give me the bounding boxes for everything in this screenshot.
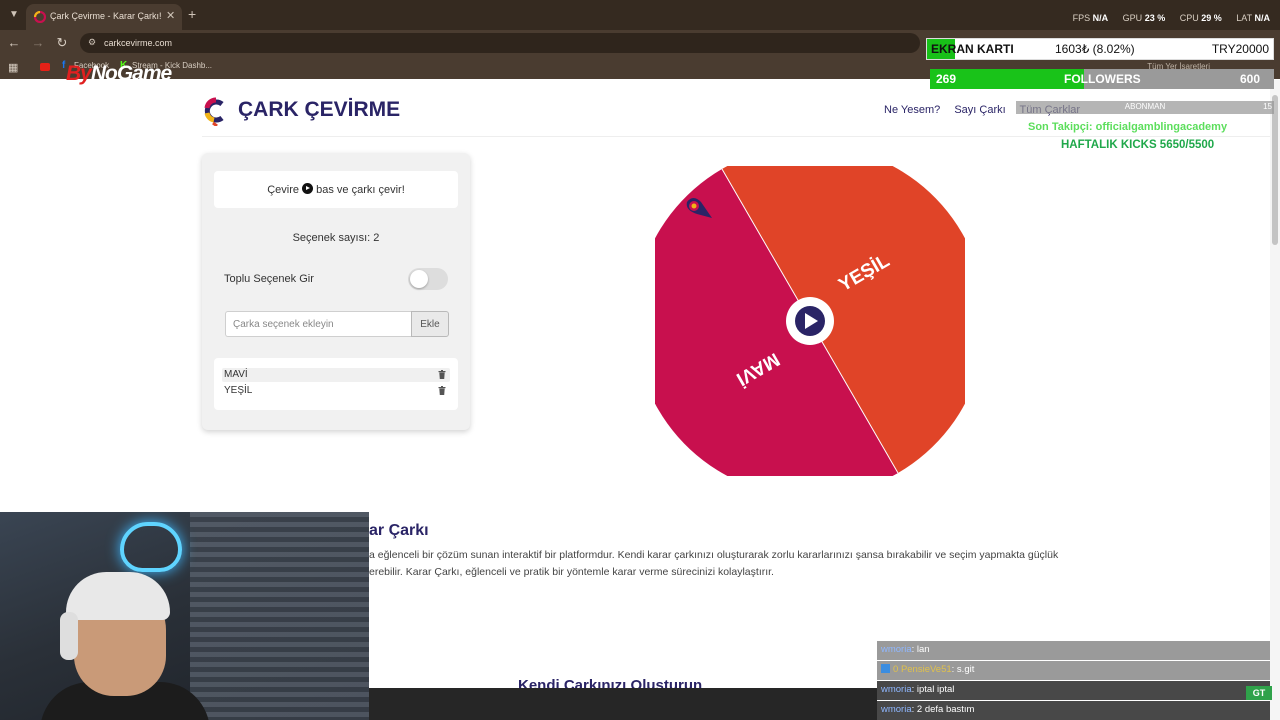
gt-badge: GT: [1246, 686, 1272, 700]
chat-message: wmoria: 2 defa bastım: [877, 701, 1270, 720]
browser-tab-bar: ▼ Çark Çevirme - Karar Çarkı! ✕ + FPS N/…: [0, 0, 1280, 30]
tab-search-button[interactable]: ▼: [6, 7, 22, 23]
tab-close-icon[interactable]: ✕: [166, 9, 175, 22]
wheel-pointer-icon: [686, 198, 712, 218]
chat-username: wmoria: [881, 704, 912, 715]
webcam-blinds: [190, 512, 369, 720]
headphone-icon: [60, 612, 78, 660]
followers-label: FOLLOWERS: [1064, 72, 1141, 86]
chat-username: wmoria: [881, 644, 912, 655]
toggle-knob: [410, 270, 428, 288]
stream-bottom-bar: [369, 688, 877, 720]
chat-body: : s.git: [951, 664, 975, 675]
forward-arrow-icon[interactable]: →: [30, 35, 46, 50]
option-label: YEŞİL: [224, 385, 253, 396]
cpu-usage-value: 29 %: [1201, 13, 1222, 23]
subscriber-goal-bar: ABONMAN 15: [1016, 101, 1274, 114]
gpu-goal-target: TRY20000: [1211, 42, 1269, 56]
logo-nogame: NoGame: [90, 62, 172, 85]
trash-icon[interactable]: [438, 370, 446, 379]
chat-body: : 2 defa bastım: [911, 704, 975, 715]
subscriber-count: 15: [1263, 102, 1272, 111]
nav-sayi-carki[interactable]: Sayı Çarkı: [954, 104, 1005, 116]
spin-hint: Çevire bas ve çarkı çevir!: [214, 183, 458, 196]
chat-username: PensieVe51: [900, 664, 952, 675]
spin-hint-pre: Çevire: [267, 184, 300, 196]
youtube-bookmark-icon[interactable]: [40, 63, 50, 71]
spin-hint-post: bas ve çarkı çevir!: [316, 184, 405, 196]
gpu-usage-label: GPU: [1122, 13, 1143, 23]
chat-message: wmoria: iptal iptal: [877, 681, 1270, 700]
about-title: ar Çarkı: [369, 522, 429, 539]
bynogame-logo: ByNoGame: [66, 62, 172, 86]
chat-message: 0 PensieVe51: s.git: [877, 661, 1270, 680]
cpu-usage-label: CPU: [1179, 13, 1199, 23]
latency-label: LAT: [1236, 13, 1252, 23]
stream-chat: wmoria: lan 0 PensieVe51: s.git wmoria: …: [877, 641, 1270, 720]
apps-grid-icon[interactable]: ▦: [8, 61, 18, 74]
bulk-entry-label: Toplu Seçenek Gir: [224, 273, 314, 285]
url-text[interactable]: carkcevirme.com: [104, 38, 172, 48]
add-option-button[interactable]: Ekle: [411, 311, 449, 337]
gpu-usage-value: 23 %: [1144, 13, 1166, 23]
nav-ne-yesem[interactable]: Ne Yesem?: [884, 104, 940, 116]
followers-goal-bar: 269 FOLLOWERS 600: [930, 69, 1274, 89]
site-title[interactable]: ÇARK ÇEVİRME: [238, 98, 400, 122]
trash-icon[interactable]: [438, 386, 446, 395]
site-info-icon[interactable]: ⚙: [88, 37, 96, 48]
tab-title: Çark Çevirme - Karar Çarkı!: [50, 11, 162, 21]
about-paragraph-line-2: erebilir. Karar Çarkı, eğlenceli ve prat…: [369, 566, 774, 578]
fps-value: N/A: [1092, 13, 1109, 23]
facebook-icon: f: [62, 60, 66, 71]
new-tab-icon[interactable]: +: [188, 6, 196, 22]
webcam-neon-light: [120, 522, 182, 572]
chat-text: wmoria: lan: [881, 644, 930, 655]
back-arrow-icon[interactable]: ←: [6, 35, 22, 50]
reload-icon[interactable]: ↻: [54, 35, 70, 51]
play-icon: [302, 183, 314, 194]
chat-text: 0 PensieVe51: s.git: [881, 664, 974, 675]
option-count: Seçenek sayısı: 2: [292, 232, 380, 244]
list-item[interactable]: YEŞİL: [222, 384, 450, 398]
chat-text: wmoria: 2 defa bastım: [881, 704, 974, 715]
gpu-goal-amount: 1603₺ (8.02%): [1055, 42, 1135, 56]
spin-hint-box: Çevire bas ve çarkı çevir!: [214, 171, 458, 208]
last-follower: Son Takipçi: officialgamblingacademy: [1028, 121, 1228, 133]
scrollbar-thumb[interactable]: [1272, 95, 1278, 245]
performance-overlay: FPS N/A GPU 23 % CPU 29 % LAT N/A: [1073, 13, 1270, 23]
chat-body: : iptal iptal: [911, 684, 955, 695]
bulk-entry-toggle[interactable]: [408, 268, 448, 290]
chat-message: wmoria: lan: [877, 641, 1270, 660]
list-item[interactable]: MAVİ: [222, 368, 450, 382]
logo-by: By: [66, 62, 92, 85]
chat-username: wmoria: [881, 684, 912, 695]
site-logo-icon[interactable]: [202, 96, 228, 126]
wheel-control-panel: Çevire bas ve çarkı çevir! Seçenek sayıs…: [202, 153, 470, 430]
followers-goal: 600: [1239, 72, 1260, 86]
webcam-person-cap: [66, 572, 170, 620]
chat-body: : lan: [911, 644, 930, 655]
browser-tab-active[interactable]: Çark Çevirme - Karar Çarkı! ✕: [26, 4, 182, 30]
chat-badge-count: 0: [893, 664, 899, 675]
subscriber-label: ABONMAN: [1124, 102, 1166, 111]
fps-label: FPS: [1072, 13, 1091, 23]
chat-text: wmoria: iptal iptal: [881, 684, 954, 695]
gpu-goal-label: EKRAN KARTI: [931, 42, 1014, 56]
header-divider: [202, 136, 1272, 137]
followers-count: 269: [936, 72, 957, 86]
options-list: MAVİ YEŞİL: [214, 358, 458, 410]
latency-value: N/A: [1254, 13, 1271, 23]
weekly-kicks: HAFTALIK KICKS 5650/5500: [1061, 139, 1215, 151]
gpu-goal-overlay: EKRAN KARTI 1603₺ (8.02%) TRY20000: [926, 38, 1274, 60]
chat-badge-icon: [881, 664, 890, 673]
option-label: MAVİ: [224, 369, 248, 380]
option-input[interactable]: [225, 311, 412, 337]
address-bar[interactable]: ⚙ carkcevirme.com: [80, 33, 920, 53]
about-paragraph-line-1: a eğlenceli bir çözüm sunan interaktif b…: [369, 549, 1059, 561]
site-favicon-icon: [34, 11, 46, 23]
spin-button[interactable]: [786, 297, 834, 345]
webcam-feed: [0, 512, 369, 720]
